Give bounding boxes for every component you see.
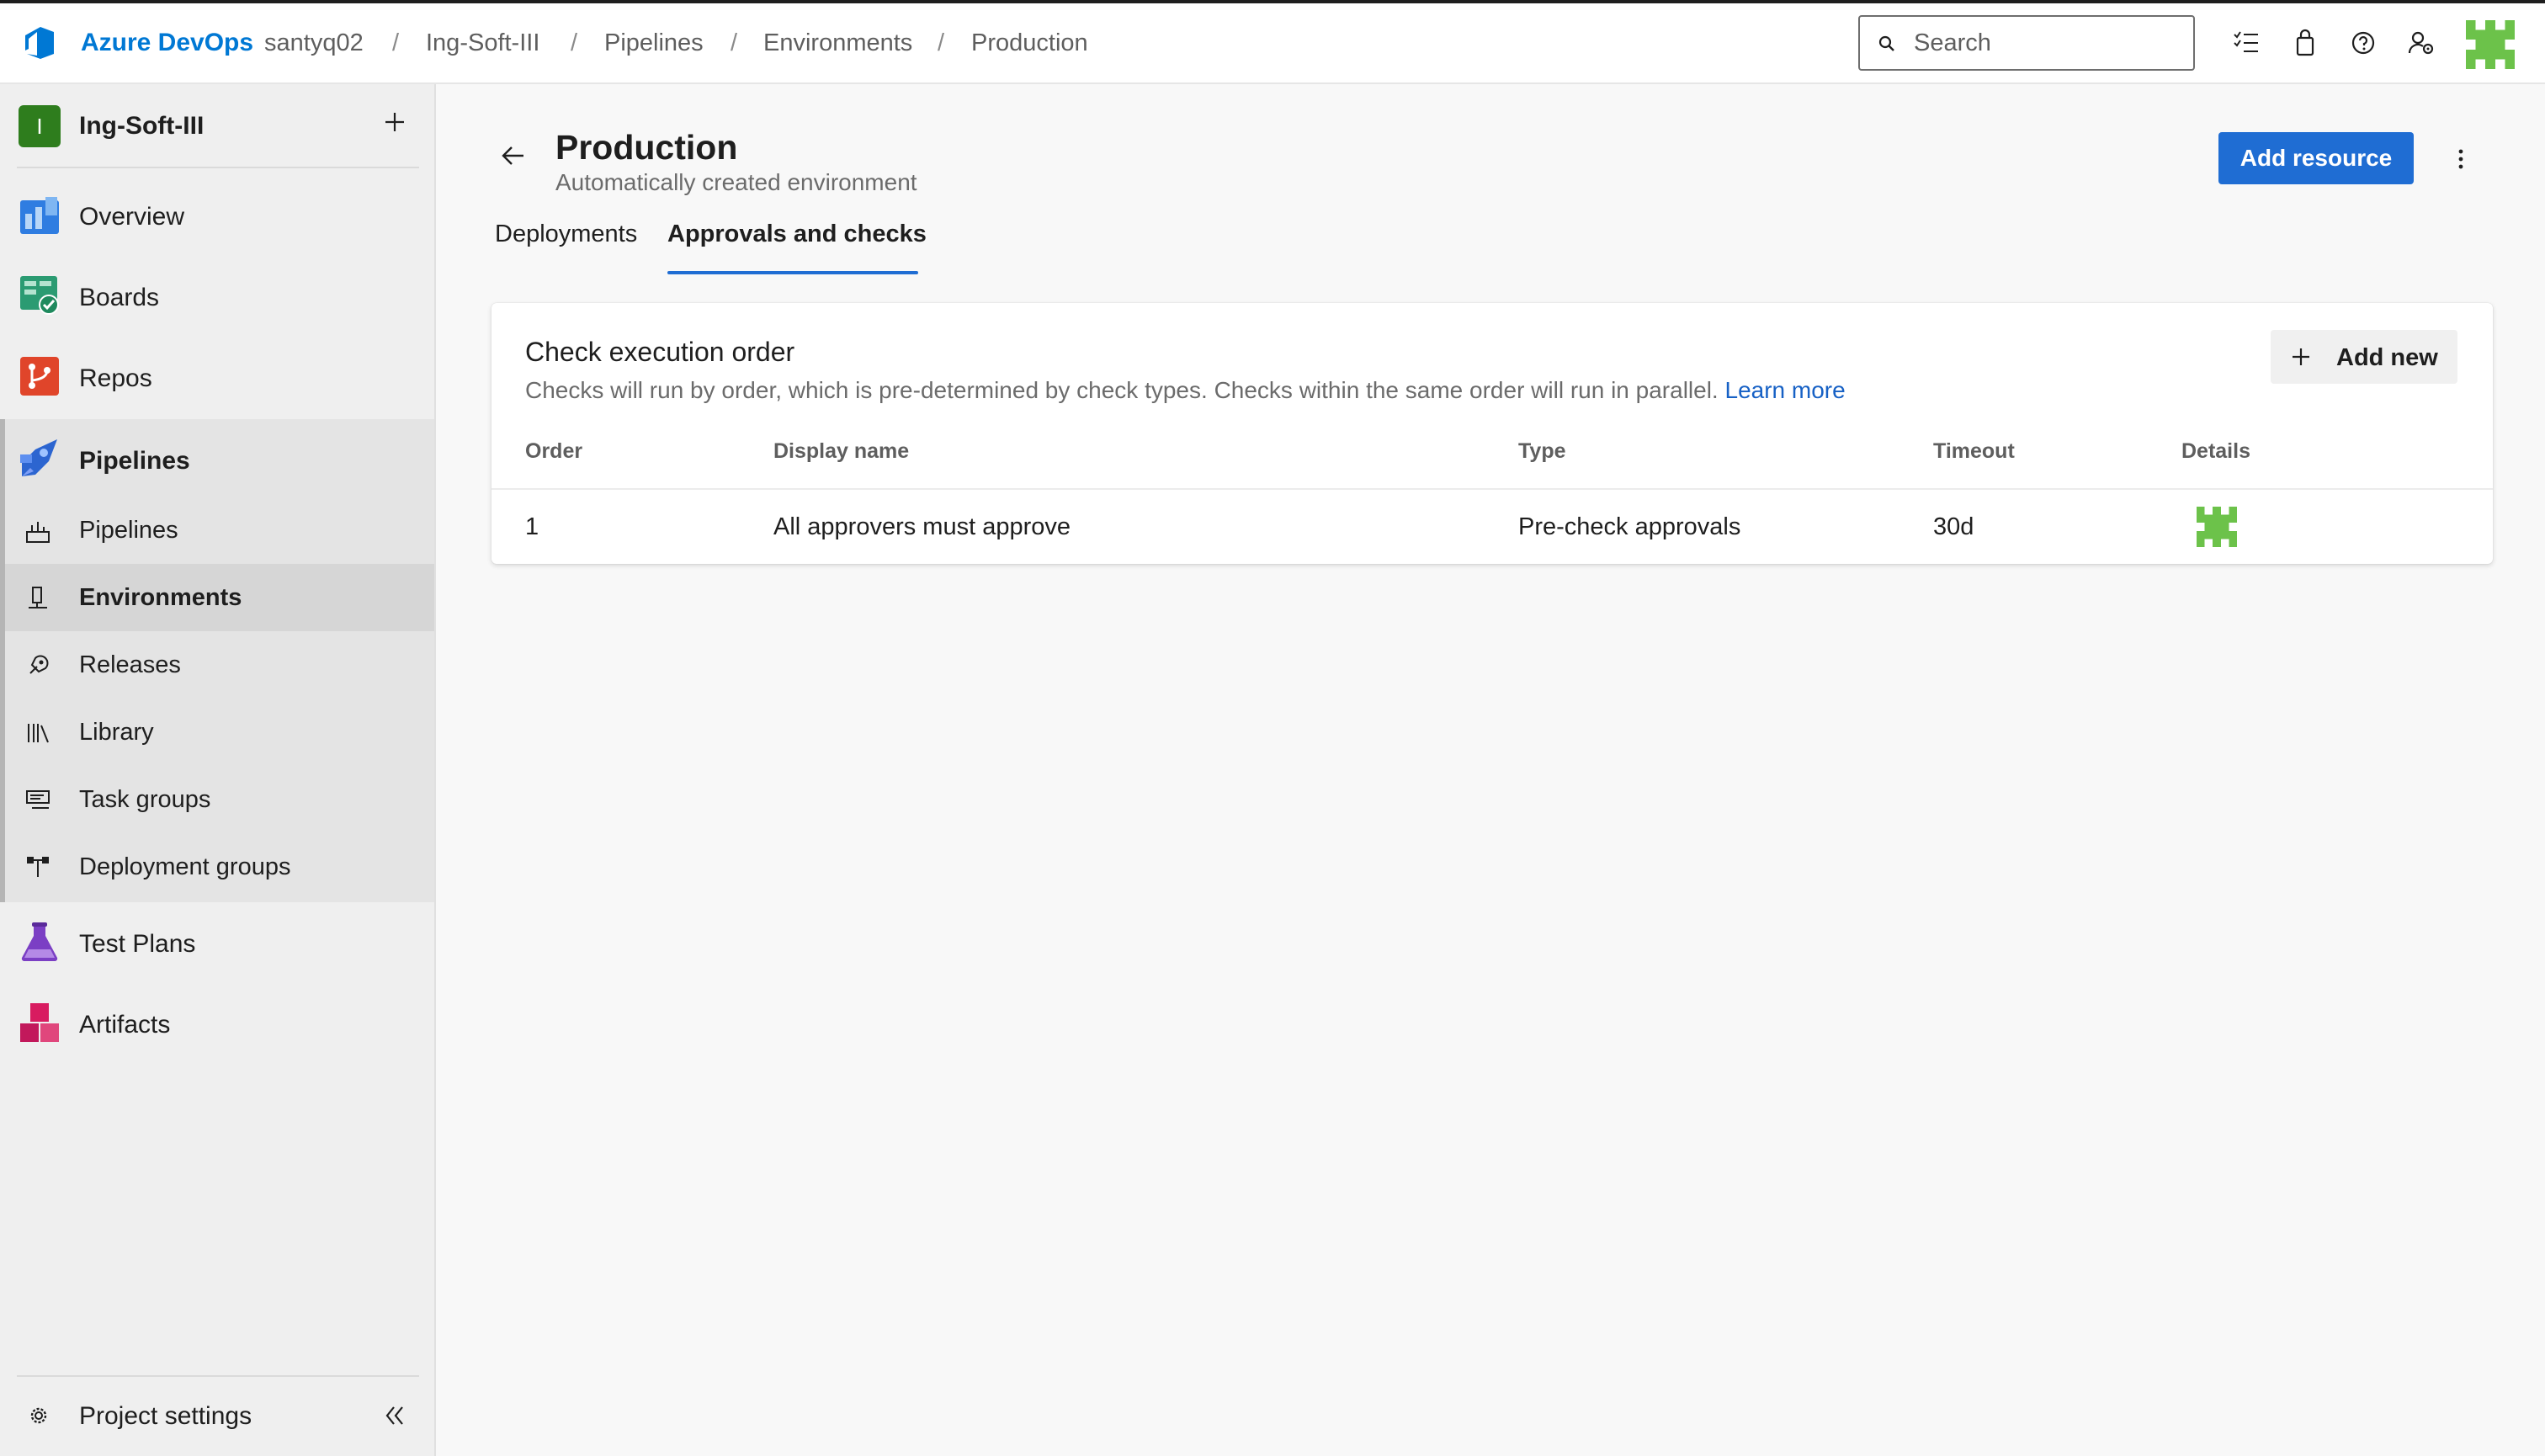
top-bar: Azure DevOps santyq02 / Ing-Soft-III / P… — [0, 3, 2545, 84]
cell-order: 1 — [525, 513, 539, 540]
user-settings-icon[interactable] — [2407, 29, 2436, 57]
project-badge[interactable]: I — [19, 105, 61, 147]
sidebar-item-label: Repos — [79, 364, 152, 392]
tab-deployments[interactable]: Deployments — [495, 221, 637, 248]
divider — [17, 167, 419, 168]
cell-type: Pre-check approvals — [1518, 513, 1741, 540]
breadcrumb-separator: / — [571, 29, 578, 56]
deployment-groups-icon — [27, 857, 49, 877]
breadcrumb-environments[interactable]: Environments — [763, 29, 912, 57]
sidebar-item-label: Pipelines — [79, 447, 190, 475]
header-divider — [491, 488, 2493, 490]
breadcrumb-project[interactable]: Ing-Soft-III — [426, 29, 539, 57]
plus-icon — [2293, 348, 2309, 365]
back-arrow-icon[interactable] — [498, 141, 527, 170]
app-window: Azure DevOps santyq02 / Ing-Soft-III / P… — [0, 0, 2545, 1456]
add-new-label: Add new — [2336, 344, 2438, 371]
page-subtitle: Automatically created environment — [555, 169, 917, 195]
brand-name[interactable]: Azure DevOps — [81, 29, 253, 57]
card-title: Check execution order — [525, 337, 795, 367]
sidebar-subitem-environments[interactable]: Environments — [5, 564, 434, 631]
sidebar-subitem-label: Task groups — [79, 786, 211, 813]
more-options-icon[interactable] — [2451, 145, 2471, 173]
sidebar-subitem-label: Deployment groups — [79, 853, 291, 880]
column-header-order: Order — [525, 439, 583, 463]
cell-display-name[interactable]: All approvers must approve — [773, 513, 1071, 541]
page-title: Production — [555, 128, 738, 167]
sidebar-item-label: Test Plans — [79, 930, 196, 958]
add-new-button[interactable]: Add new — [2271, 330, 2457, 384]
breadcrumb-production[interactable]: Production — [971, 29, 1088, 57]
approver-avatar-icon[interactable] — [2197, 507, 2237, 547]
add-icon[interactable] — [382, 109, 407, 135]
sidebar-item-overview[interactable]: Overview — [0, 175, 434, 256]
collapse-sidebar-icon[interactable] — [382, 1404, 407, 1427]
user-avatar[interactable] — [2466, 20, 2515, 69]
breadcrumb-pipelines[interactable]: Pipelines — [604, 29, 704, 57]
breadcrumb-separator: / — [938, 29, 945, 56]
shopping-bag-icon[interactable] — [2291, 29, 2319, 57]
checks-card: Check execution order Checks will run by… — [491, 303, 2493, 564]
azure-devops-logo-icon[interactable] — [20, 24, 59, 62]
column-header-type: Type — [1518, 439, 1566, 463]
project-settings-label: Project settings — [79, 1402, 252, 1430]
environments-icon — [29, 587, 47, 608]
breadcrumb-org[interactable]: santyq02 — [264, 29, 364, 57]
sidebar-subitem-label: Pipelines — [79, 517, 178, 544]
sidebar-item-pipelines[interactable]: Pipelines — [0, 419, 434, 500]
task-groups-icon — [26, 790, 50, 809]
breadcrumb-separator: / — [392, 29, 400, 56]
sidebar-subitem-pipelines[interactable]: Pipelines — [5, 497, 434, 564]
column-header-details: Details — [2181, 439, 2250, 463]
overview-icon — [20, 197, 59, 234]
search-box[interactable] — [1858, 15, 2195, 71]
learn-more-link[interactable]: Learn more — [1725, 377, 1846, 403]
card-description: Checks will run by order, which is pre-d… — [525, 377, 1846, 404]
sidebar-subitem-label: Environments — [79, 584, 242, 611]
sidebar-subitem-library[interactable]: Library — [5, 699, 434, 766]
sidebar-item-repos[interactable]: Repos — [0, 337, 434, 417]
repos-icon — [20, 357, 59, 396]
sidebar-subitem-task-groups[interactable]: Task groups — [5, 766, 434, 833]
search-input[interactable] — [1914, 25, 2183, 61]
artifacts-icon — [20, 1003, 59, 1042]
library-icon — [28, 724, 49, 743]
task-list-icon[interactable] — [2232, 29, 2261, 57]
pipelines-icon — [20, 439, 57, 476]
project-settings-link[interactable]: Project settings — [0, 1372, 434, 1456]
sidebar-item-artifacts[interactable]: Artifacts — [0, 983, 434, 1064]
sidebar-subitem-releases[interactable]: Releases — [5, 631, 434, 699]
help-icon[interactable] — [2349, 29, 2378, 57]
sidebar: I Ing-Soft-III Overview Boards Repos Pip… — [0, 84, 436, 1456]
project-name[interactable]: Ing-Soft-III — [79, 112, 204, 141]
breadcrumb-separator: / — [731, 29, 738, 56]
sidebar-item-test-plans[interactable]: Test Plans — [0, 902, 434, 983]
sidebar-item-label: Boards — [79, 284, 160, 311]
sidebar-subitem-deployment-groups[interactable]: Deployment groups — [5, 833, 434, 901]
column-header-timeout: Timeout — [1933, 439, 2015, 463]
boards-icon — [20, 276, 59, 315]
tab-approvals-and-checks[interactable]: Approvals and checks — [667, 221, 927, 248]
sidebar-item-label: Overview — [79, 203, 185, 231]
test-plans-icon — [21, 922, 58, 962]
card-description-text: Checks will run by order, which is pre-d… — [525, 377, 1719, 403]
pipelines-group: Pipelines Pipelines Environments Release… — [0, 419, 434, 902]
pipelines-sub-icon — [26, 522, 50, 543]
releases-icon — [29, 655, 49, 674]
sidebar-item-label: Artifacts — [79, 1011, 171, 1039]
gear-icon — [30, 1407, 47, 1424]
cell-timeout: 30d — [1933, 513, 1974, 540]
search-icon — [1878, 35, 1894, 51]
sidebar-subitem-label: Releases — [79, 651, 181, 678]
column-header-display-name: Display name — [773, 439, 910, 463]
active-tab-indicator — [667, 271, 918, 274]
add-resource-button[interactable]: Add resource — [2218, 132, 2414, 184]
sidebar-subitem-label: Library — [79, 719, 154, 746]
sidebar-item-boards[interactable]: Boards — [0, 256, 434, 337]
